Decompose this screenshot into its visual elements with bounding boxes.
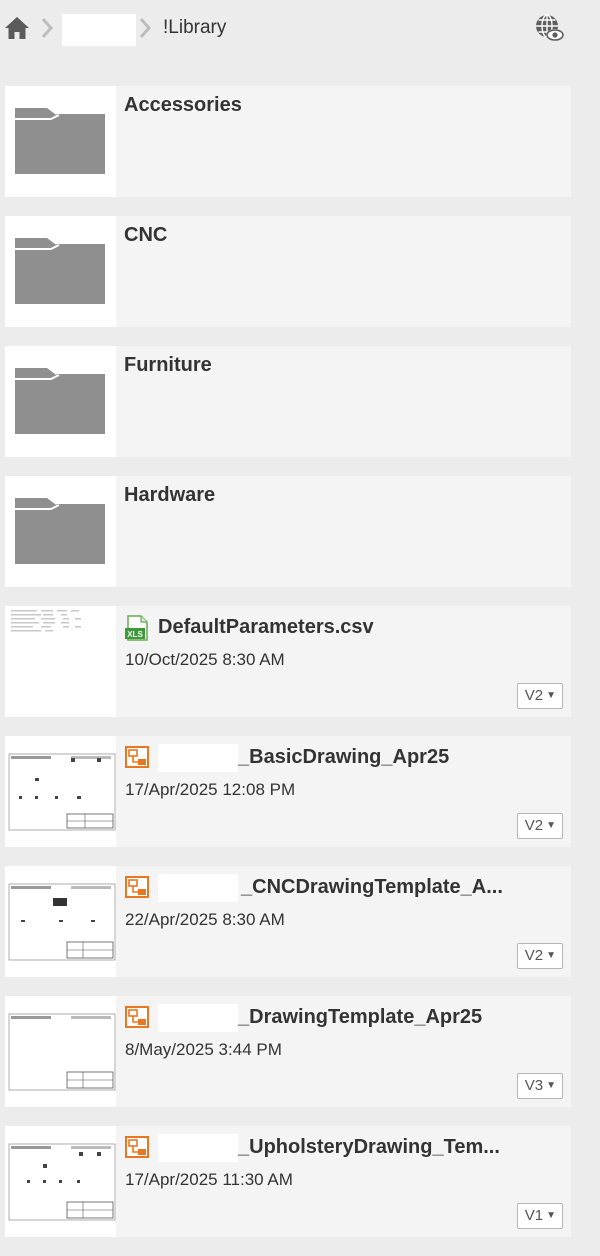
file-date: 8/May/2025 3:44 PM bbox=[125, 1040, 282, 1059]
file-date: 17/Apr/2025 11:30 AM bbox=[125, 1170, 293, 1189]
breadcrumb-current: !Library bbox=[163, 17, 227, 38]
drawing-thumbnail bbox=[5, 866, 116, 977]
version-label: V2 bbox=[524, 687, 544, 704]
version-label: V2 bbox=[524, 947, 544, 964]
folder-row-hardware[interactable]: Hardware bbox=[5, 476, 571, 587]
caret-down-icon: ▼ bbox=[546, 950, 556, 961]
file-name[interactable]: DefaultParameters.csv bbox=[158, 616, 374, 639]
folder-thumbnail bbox=[5, 476, 116, 587]
version-label: V3 bbox=[524, 1077, 544, 1094]
caret-down-icon: ▼ bbox=[546, 1210, 556, 1221]
svg-text:XLS: XLS bbox=[127, 630, 143, 639]
drawing-file-icon bbox=[125, 1136, 149, 1158]
file-row-drawing-template[interactable]: _DrawingTemplate_Apr25 8/May/2025 3:44 P… bbox=[5, 996, 571, 1107]
drawing-thumbnail bbox=[5, 736, 116, 847]
file-date: 17/Apr/2025 12:08 PM bbox=[125, 780, 296, 799]
folder-row-accessories[interactable]: Accessories bbox=[5, 86, 571, 197]
version-dropdown[interactable]: V2 ▼ bbox=[516, 813, 563, 839]
folder-name[interactable]: Furniture bbox=[124, 354, 212, 377]
folder-thumbnail bbox=[5, 216, 116, 327]
folder-row-furniture[interactable]: Furniture bbox=[5, 346, 571, 457]
folder-icon bbox=[15, 238, 105, 304]
version-dropdown[interactable]: V1 ▼ bbox=[516, 1203, 563, 1229]
folder-thumbnail bbox=[5, 346, 116, 457]
version-label: V1 bbox=[524, 1207, 544, 1224]
redacted-prefix bbox=[158, 1134, 238, 1162]
chevron-right-icon bbox=[41, 18, 54, 38]
file-name[interactable]: _DrawingTemplate_Apr25 bbox=[238, 1006, 482, 1029]
caret-down-icon: ▼ bbox=[546, 820, 556, 831]
drawing-file-icon bbox=[125, 876, 149, 898]
xls-file-icon: XLS bbox=[125, 615, 148, 641]
chevron-right-icon bbox=[139, 18, 152, 38]
folder-thumbnail bbox=[5, 86, 116, 197]
drawing-preview bbox=[8, 1013, 116, 1091]
breadcrumb-item-redacted[interactable] bbox=[62, 14, 136, 46]
folder-row-cnc[interactable]: CNC bbox=[5, 216, 571, 327]
file-row-cnc-drawing-template[interactable]: _CNCDrawingTemplate_A... 22/Apr/2025 8:3… bbox=[5, 866, 571, 977]
file-row-basic-drawing[interactable]: _BasicDrawing_Apr25 17/Apr/2025 12:08 PM… bbox=[5, 736, 571, 847]
file-row-upholstery-drawing[interactable]: _UpholsteryDrawing_Tem... 17/Apr/2025 11… bbox=[5, 1126, 571, 1237]
drawing-preview bbox=[8, 753, 116, 831]
drawing-preview bbox=[8, 883, 116, 961]
drawing-file-icon bbox=[125, 746, 149, 768]
spreadsheet-thumbnail bbox=[5, 606, 116, 717]
redacted-prefix bbox=[158, 874, 238, 902]
file-name[interactable]: _CNCDrawingTemplate_A... bbox=[241, 876, 503, 899]
drawing-preview bbox=[8, 1143, 116, 1221]
globe-eye-icon[interactable] bbox=[532, 12, 566, 44]
file-name[interactable]: _UpholsteryDrawing_Tem... bbox=[238, 1136, 500, 1159]
folder-name[interactable]: CNC bbox=[124, 224, 167, 247]
version-dropdown[interactable]: V2 ▼ bbox=[516, 683, 563, 709]
folder-icon bbox=[15, 368, 105, 434]
spreadsheet-preview bbox=[11, 610, 81, 632]
version-dropdown[interactable]: V2 ▼ bbox=[516, 943, 563, 969]
file-date: 22/Apr/2025 8:30 AM bbox=[125, 910, 285, 929]
redacted-prefix bbox=[158, 744, 238, 772]
drawing-file-icon bbox=[125, 1006, 149, 1028]
file-list: Accessories CNC Furniture Hardware XLS D… bbox=[5, 86, 571, 1256]
redacted-prefix bbox=[158, 1004, 238, 1032]
folder-name[interactable]: Hardware bbox=[124, 484, 215, 507]
file-row-default-parameters[interactable]: XLS DefaultParameters.csv 10/Oct/2025 8:… bbox=[5, 606, 571, 717]
folder-icon bbox=[15, 108, 105, 174]
folder-name[interactable]: Accessories bbox=[124, 94, 242, 117]
home-icon[interactable] bbox=[4, 15, 30, 41]
folder-icon bbox=[15, 498, 105, 564]
caret-down-icon: ▼ bbox=[546, 1080, 556, 1091]
caret-down-icon: ▼ bbox=[546, 690, 556, 701]
breadcrumb-bar: !Library bbox=[0, 0, 600, 58]
file-name[interactable]: _BasicDrawing_Apr25 bbox=[238, 746, 449, 769]
file-date: 10/Oct/2025 8:30 AM bbox=[125, 650, 285, 669]
drawing-thumbnail bbox=[5, 996, 116, 1107]
drawing-thumbnail bbox=[5, 1126, 116, 1237]
version-label: V2 bbox=[524, 817, 544, 834]
version-dropdown[interactable]: V3 ▼ bbox=[516, 1073, 563, 1099]
